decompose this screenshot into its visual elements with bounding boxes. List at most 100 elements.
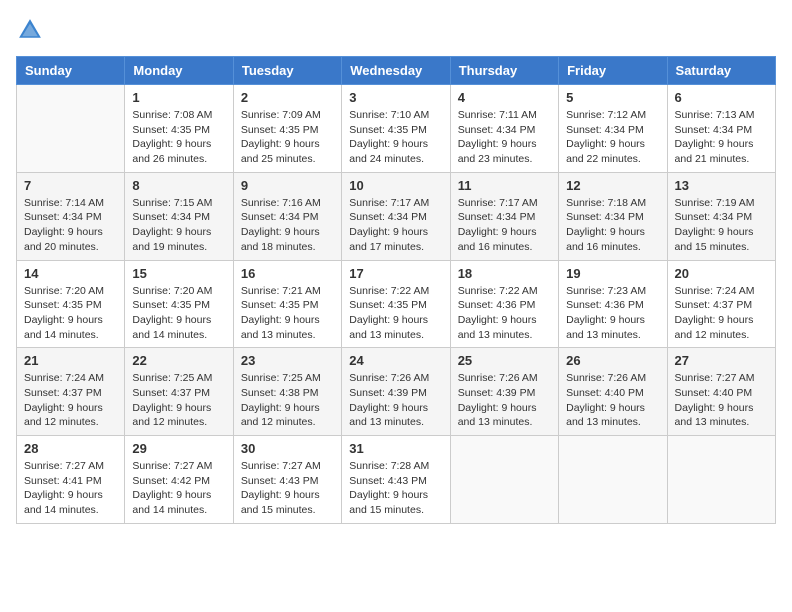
day-info: Sunrise: 7:20 AMSunset: 4:35 PMDaylight:… (24, 284, 117, 343)
calendar-cell: 6 Sunrise: 7:13 AMSunset: 4:34 PMDaylight… (667, 85, 775, 173)
calendar-cell: 19 Sunrise: 7:23 AMSunset: 4:36 PMDayligh… (559, 260, 667, 348)
calendar-cell: 12 Sunrise: 7:18 AMSunset: 4:34 PMDayligh… (559, 172, 667, 260)
day-info: Sunrise: 7:27 AMSunset: 4:43 PMDaylight:… (241, 459, 334, 518)
day-number: 25 (458, 353, 551, 368)
day-number: 1 (132, 90, 225, 105)
calendar-week-row: 7 Sunrise: 7:14 AMSunset: 4:34 PMDaylight… (17, 172, 776, 260)
weekday-header-row: SundayMondayTuesdayWednesdayThursdayFrid… (17, 57, 776, 85)
logo (16, 16, 48, 44)
calendar-week-row: 14 Sunrise: 7:20 AMSunset: 4:35 PMDayligh… (17, 260, 776, 348)
logo-icon (16, 16, 44, 44)
calendar-cell: 21Sunrise: 7:24 AMSunset: 4:37 PMDayligh… (17, 348, 125, 436)
calendar-cell: 14 Sunrise: 7:20 AMSunset: 4:35 PMDayligh… (17, 260, 125, 348)
day-info: Sunrise: 7:19 AMSunset: 4:34 PMDaylight:… (675, 196, 768, 255)
day-number: 18 (458, 266, 551, 281)
day-number: 24 (349, 353, 442, 368)
calendar-cell (559, 436, 667, 524)
calendar-cell: 3 Sunrise: 7:10 AMSunset: 4:35 PMDaylight… (342, 85, 450, 173)
calendar-cell: 8Sunrise: 7:15 AMSunset: 4:34 PMDaylight… (125, 172, 233, 260)
day-info: Sunrise: 7:22 AMSunset: 4:36 PMDaylight:… (458, 284, 551, 343)
calendar-cell: 27 Sunrise: 7:27 AMSunset: 4:40 PMDayligh… (667, 348, 775, 436)
day-info: Sunrise: 7:26 AMSunset: 4:39 PMDaylight:… (458, 371, 551, 430)
day-info: Sunrise: 7:22 AMSunset: 4:35 PMDaylight:… (349, 284, 442, 343)
calendar-cell: 2 Sunrise: 7:09 AMSunset: 4:35 PMDaylight… (233, 85, 341, 173)
day-number: 14 (24, 266, 117, 281)
calendar-cell: 7 Sunrise: 7:14 AMSunset: 4:34 PMDaylight… (17, 172, 125, 260)
day-info: Sunrise: 7:15 AMSunset: 4:34 PMDaylight:… (132, 196, 225, 255)
day-info: Sunrise: 7:13 AMSunset: 4:34 PMDaylight:… (675, 108, 768, 167)
day-number: 15 (132, 266, 225, 281)
calendar-cell (667, 436, 775, 524)
calendar-cell: 30 Sunrise: 7:27 AMSunset: 4:43 PMDayligh… (233, 436, 341, 524)
day-number: 29 (132, 441, 225, 456)
calendar-table: SundayMondayTuesdayWednesdayThursdayFrid… (16, 56, 776, 524)
day-number: 21 (24, 353, 117, 368)
day-number: 27 (675, 353, 768, 368)
calendar-cell: 10 Sunrise: 7:17 AMSunset: 4:34 PMDayligh… (342, 172, 450, 260)
weekday-header-tuesday: Tuesday (233, 57, 341, 85)
calendar-cell: 25 Sunrise: 7:26 AMSunset: 4:39 PMDayligh… (450, 348, 558, 436)
day-number: 10 (349, 178, 442, 193)
weekday-header-wednesday: Wednesday (342, 57, 450, 85)
weekday-header-friday: Friday (559, 57, 667, 85)
day-info: Sunrise: 7:16 AMSunset: 4:34 PMDaylight:… (241, 196, 334, 255)
calendar-week-row: 28Sunrise: 7:27 AMSunset: 4:41 PMDayligh… (17, 436, 776, 524)
calendar-cell: 1 Sunrise: 7:08 AMSunset: 4:35 PMDaylight… (125, 85, 233, 173)
calendar-cell: 18 Sunrise: 7:22 AMSunset: 4:36 PMDayligh… (450, 260, 558, 348)
day-info: Sunrise: 7:23 AMSunset: 4:36 PMDaylight:… (566, 284, 659, 343)
day-number: 12 (566, 178, 659, 193)
calendar-cell: 4 Sunrise: 7:11 AMSunset: 4:34 PMDaylight… (450, 85, 558, 173)
day-number: 30 (241, 441, 334, 456)
day-number: 22 (132, 353, 225, 368)
calendar-cell: 17 Sunrise: 7:22 AMSunset: 4:35 PMDayligh… (342, 260, 450, 348)
calendar-cell: 22 Sunrise: 7:25 AMSunset: 4:37 PMDayligh… (125, 348, 233, 436)
day-number: 3 (349, 90, 442, 105)
calendar-cell: 9 Sunrise: 7:16 AMSunset: 4:34 PMDaylight… (233, 172, 341, 260)
day-number: 26 (566, 353, 659, 368)
day-number: 7 (24, 178, 117, 193)
weekday-header-sunday: Sunday (17, 57, 125, 85)
weekday-header-thursday: Thursday (450, 57, 558, 85)
calendar-cell: 31Sunrise: 7:28 AMSunset: 4:43 PMDayligh… (342, 436, 450, 524)
day-info: Sunrise: 7:26 AMSunset: 4:39 PMDaylight:… (349, 371, 442, 430)
calendar-week-row: 21Sunrise: 7:24 AMSunset: 4:37 PMDayligh… (17, 348, 776, 436)
calendar-cell: 20Sunrise: 7:24 AMSunset: 4:37 PMDayligh… (667, 260, 775, 348)
day-info: Sunrise: 7:21 AMSunset: 4:35 PMDaylight:… (241, 284, 334, 343)
calendar-cell (450, 436, 558, 524)
calendar-cell: 5 Sunrise: 7:12 AMSunset: 4:34 PMDaylight… (559, 85, 667, 173)
day-info: Sunrise: 7:12 AMSunset: 4:34 PMDaylight:… (566, 108, 659, 167)
calendar-cell: 15Sunrise: 7:20 AMSunset: 4:35 PMDayligh… (125, 260, 233, 348)
day-number: 13 (675, 178, 768, 193)
day-number: 9 (241, 178, 334, 193)
day-info: Sunrise: 7:17 AMSunset: 4:34 PMDaylight:… (349, 196, 442, 255)
calendar-cell: 28Sunrise: 7:27 AMSunset: 4:41 PMDayligh… (17, 436, 125, 524)
day-info: Sunrise: 7:09 AMSunset: 4:35 PMDaylight:… (241, 108, 334, 167)
calendar-cell (17, 85, 125, 173)
day-number: 5 (566, 90, 659, 105)
day-number: 4 (458, 90, 551, 105)
day-number: 16 (241, 266, 334, 281)
calendar-cell: 26 Sunrise: 7:26 AMSunset: 4:40 PMDayligh… (559, 348, 667, 436)
day-info: Sunrise: 7:11 AMSunset: 4:34 PMDaylight:… (458, 108, 551, 167)
day-info: Sunrise: 7:27 AMSunset: 4:41 PMDaylight:… (24, 459, 117, 518)
day-number: 6 (675, 90, 768, 105)
day-number: 17 (349, 266, 442, 281)
day-info: Sunrise: 7:27 AMSunset: 4:40 PMDaylight:… (675, 371, 768, 430)
day-info: Sunrise: 7:10 AMSunset: 4:35 PMDaylight:… (349, 108, 442, 167)
day-info: Sunrise: 7:08 AMSunset: 4:35 PMDaylight:… (132, 108, 225, 167)
day-info: Sunrise: 7:18 AMSunset: 4:34 PMDaylight:… (566, 196, 659, 255)
day-info: Sunrise: 7:25 AMSunset: 4:37 PMDaylight:… (132, 371, 225, 430)
day-info: Sunrise: 7:27 AMSunset: 4:42 PMDaylight:… (132, 459, 225, 518)
day-number: 19 (566, 266, 659, 281)
day-info: Sunrise: 7:14 AMSunset: 4:34 PMDaylight:… (24, 196, 117, 255)
day-number: 20 (675, 266, 768, 281)
day-number: 31 (349, 441, 442, 456)
day-info: Sunrise: 7:26 AMSunset: 4:40 PMDaylight:… (566, 371, 659, 430)
calendar-week-row: 1 Sunrise: 7:08 AMSunset: 4:35 PMDaylight… (17, 85, 776, 173)
day-number: 23 (241, 353, 334, 368)
day-info: Sunrise: 7:17 AMSunset: 4:34 PMDaylight:… (458, 196, 551, 255)
day-number: 2 (241, 90, 334, 105)
calendar-cell: 24 Sunrise: 7:26 AMSunset: 4:39 PMDayligh… (342, 348, 450, 436)
calendar-cell: 11Sunrise: 7:17 AMSunset: 4:34 PMDayligh… (450, 172, 558, 260)
weekday-header-saturday: Saturday (667, 57, 775, 85)
